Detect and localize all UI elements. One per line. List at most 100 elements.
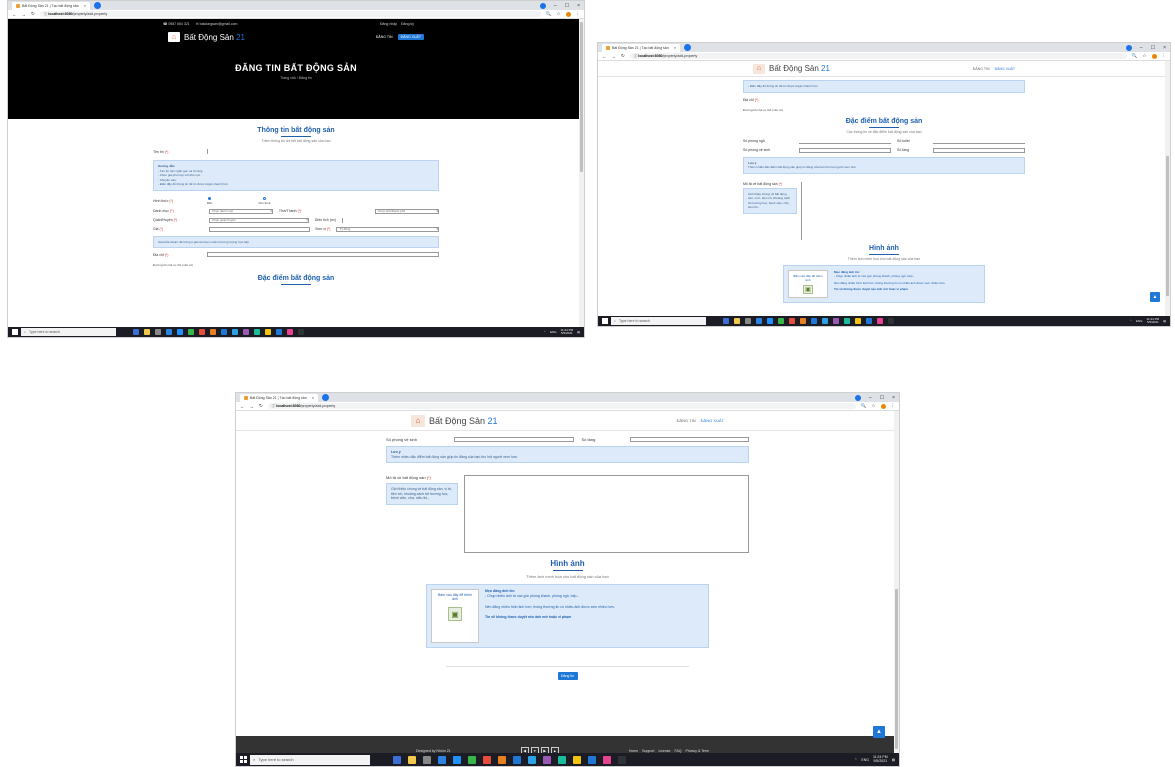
tab-close-icon[interactable]: × (312, 395, 314, 400)
category-select[interactable]: Chọn danh mục ▾ (209, 208, 273, 214)
taskbar-app-icon[interactable] (276, 329, 282, 335)
taskbar-app-icon[interactable] (188, 329, 194, 335)
taskbar-app-icon[interactable] (393, 755, 401, 764)
taskbar-app-icon[interactable] (298, 329, 304, 335)
scrollbar[interactable] (1165, 61, 1170, 316)
bathroom-input[interactable] (799, 147, 891, 153)
scrollbar-thumb[interactable] (580, 22, 583, 172)
taskbar-app-icon[interactable] (822, 318, 828, 324)
extension-icon[interactable] (1151, 53, 1157, 59)
forward-icon[interactable]: → (250, 404, 255, 409)
close-window-icon[interactable]: × (892, 395, 895, 401)
radio-sell[interactable]: Bán (207, 196, 212, 205)
nav-post-link[interactable]: ĐĂNG TIN (677, 418, 696, 423)
floor-input[interactable] (629, 437, 749, 442)
language-indicator[interactable]: ENG (861, 758, 869, 762)
bookmark-star-icon[interactable]: ☆ (556, 11, 560, 17)
notification-icon[interactable]: ▤ (1163, 319, 1166, 323)
scrollbar[interactable] (894, 411, 899, 756)
nav-account-link[interactable]: ĐĂNG XUẤT (995, 67, 1015, 71)
taskbar-app-icon[interactable] (155, 329, 161, 335)
zoom-icon[interactable]: 🔍 (861, 403, 867, 409)
taskbar-app-icon[interactable] (734, 318, 740, 324)
minimize-icon[interactable]: – (1140, 45, 1143, 51)
back-icon[interactable]: ← (240, 404, 245, 409)
taskbar-app-icon[interactable] (133, 329, 139, 335)
taskbar-app-icon[interactable] (513, 755, 521, 764)
site-logo[interactable]: ⌂ Bất Động Sản 21 (753, 63, 830, 74)
new-tab-button[interactable] (684, 44, 692, 51)
taskbar-app-icon[interactable] (778, 318, 784, 324)
back-to-top-button[interactable]: ▲ (1150, 292, 1160, 302)
taskbar-app-icon[interactable] (767, 318, 773, 324)
district-select[interactable]: Chọn quận huyện ▾ (209, 217, 309, 223)
menu-icon[interactable]: ⋮ (891, 403, 896, 409)
taskbar-app-icon[interactable] (573, 755, 581, 764)
nav-account-link[interactable]: ĐĂNG XUẤT (701, 418, 724, 423)
browser-tab[interactable]: Bất Động Sản 21 | Tạo bất động sản × (602, 43, 681, 52)
back-to-top-button[interactable]: ▲ (873, 726, 885, 738)
zoom-icon[interactable]: 🔍 (546, 11, 552, 17)
notification-icon[interactable]: ▤ (892, 758, 895, 762)
taskbar-app-icon[interactable] (811, 318, 817, 324)
address-input[interactable] (207, 252, 439, 257)
taskbar-clock[interactable]: 11:24 PM 5/5/2021 (1147, 317, 1160, 325)
site-logo[interactable]: ⌂ Bất Động Sản 21 (411, 414, 498, 427)
taskbar-app-icon[interactable] (199, 329, 205, 335)
description-textarea[interactable] (464, 475, 749, 553)
name-input[interactable] (207, 149, 439, 154)
maximize-icon[interactable]: ☐ (565, 3, 569, 9)
taskbar-app-icon[interactable] (177, 329, 183, 335)
minimize-icon[interactable]: – (869, 395, 872, 401)
bookmark-star-icon[interactable]: ☆ (1142, 53, 1146, 59)
browser-tab[interactable]: Bất Động Sản 21 | Tạo bất động sản × (12, 1, 91, 10)
url-input[interactable]: ⓘ localhost:8080/property/add-property (267, 403, 856, 409)
scrollbar[interactable] (579, 19, 584, 327)
upload-box[interactable]: Bấm vào đây để thêm ảnh ▣ (788, 269, 828, 298)
bedroom-input[interactable] (799, 138, 891, 144)
profile-icon[interactable] (539, 2, 546, 9)
city-select-box[interactable]: Chọn tỉnh/thành phố ▾ (375, 208, 439, 214)
tab-close-icon[interactable]: × (84, 3, 86, 8)
extension-icon[interactable] (565, 11, 571, 17)
scrollbar-thumb[interactable] (895, 589, 898, 749)
taskbar-app-icon[interactable] (483, 755, 491, 764)
url-input[interactable]: ⓘ localhost:8080/property/add-property (629, 53, 1127, 59)
taskbar-app-icon[interactable] (877, 318, 883, 324)
taskbar-app-icon[interactable] (833, 318, 839, 324)
radio-rent[interactable]: Cho thuê (258, 196, 271, 205)
close-window-icon[interactable]: × (577, 3, 580, 9)
taskbar-clock[interactable]: 11:24 PM 5/5/2021 (873, 755, 888, 763)
language-indicator[interactable]: ENG (550, 330, 557, 334)
taskbar-app-icon[interactable] (603, 755, 611, 764)
taskbar-app-icon[interactable] (800, 318, 806, 324)
taskbar-app-icon[interactable] (588, 755, 596, 764)
unit-select[interactable]: Tỷ đồng ▾ (336, 226, 439, 232)
description-textarea[interactable] (801, 181, 1025, 240)
profile-icon[interactable] (1125, 44, 1132, 51)
price-input[interactable] (209, 226, 310, 232)
browser-tab[interactable]: Bất Động Sản 21 | Tạo bất động sản × (240, 393, 319, 402)
notification-icon[interactable]: ▤ (577, 330, 580, 334)
upload-box[interactable]: Bấm vào đây để thêm ảnh ▣ (431, 589, 479, 643)
taskbar-app-icon[interactable] (232, 329, 238, 335)
taskbar-app-icon[interactable] (438, 755, 446, 764)
toilet-input[interactable] (933, 138, 1025, 144)
taskbar-search-input[interactable]: ⌕ Type here to search (21, 328, 116, 336)
taskbar-app-icon[interactable] (243, 329, 249, 335)
minimize-icon[interactable]: – (554, 3, 557, 9)
area-input[interactable] (342, 217, 440, 223)
taskbar-search-input[interactable]: ⌕ Type here to search (250, 754, 370, 765)
site-logo[interactable]: ⌂ Bất Động Sản 21 (168, 32, 245, 42)
city-select[interactable] (307, 208, 370, 214)
reload-icon[interactable]: ↻ (621, 53, 625, 59)
bathroom-input[interactable] (454, 437, 574, 442)
taskbar-app-icon[interactable] (855, 318, 861, 324)
windows-start-icon[interactable] (240, 756, 247, 763)
url-input[interactable]: ⓘ localhost:8080/property/add-property (39, 11, 541, 17)
submit-button[interactable]: Đăng tin (557, 672, 578, 680)
reload-icon[interactable]: ↻ (31, 11, 35, 17)
windows-start-icon[interactable] (12, 329, 18, 335)
new-tab-button[interactable] (322, 394, 330, 401)
menu-icon[interactable]: ⋮ (1162, 53, 1167, 59)
